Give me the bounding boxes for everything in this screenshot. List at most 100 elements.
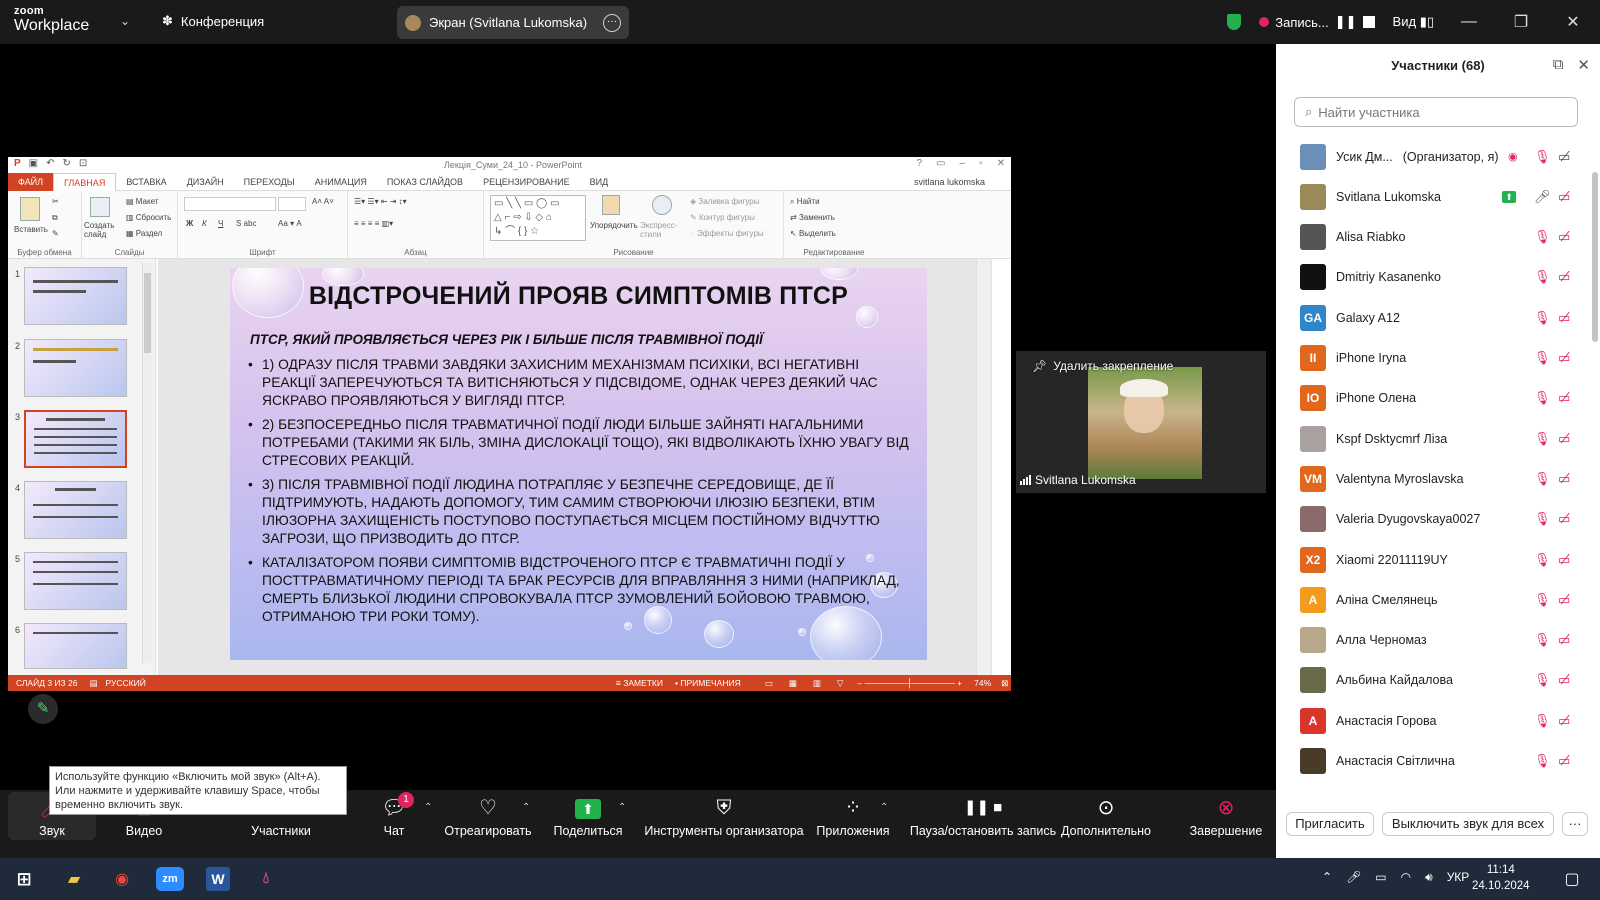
apps-caret-icon[interactable]: ⌃: [880, 802, 888, 813]
file-explorer-icon[interactable]: ▰: [54, 863, 94, 895]
camera-off-icon[interactable]: ▭̸: [1558, 511, 1570, 527]
camera-off-icon[interactable]: ▭̸: [1558, 431, 1570, 447]
camera-off-icon[interactable]: ▭̸: [1558, 471, 1570, 487]
camera-off-icon[interactable]: ▭̸: [1558, 189, 1570, 205]
mic-muted-icon[interactable]: 🎙︎: [1534, 672, 1551, 688]
fit-slide-icon[interactable]: ⊠: [1001, 678, 1008, 689]
cut-icon[interactable]: ✂: [52, 197, 59, 206]
tab-animations[interactable]: АНИМАЦИЯ: [305, 177, 377, 187]
ppt-user-name[interactable]: svitlana lukomska: [914, 177, 985, 187]
slide-thumbnail-3[interactable]: [24, 410, 127, 468]
notes-button[interactable]: ≡ ЗАМЕТКИ: [616, 678, 663, 688]
minimize-icon[interactable]: —: [1452, 13, 1486, 31]
slide-thumbnail-2[interactable]: [24, 339, 127, 397]
mic-muted-icon[interactable]: 🎙︎: [1534, 310, 1551, 326]
camera-off-icon[interactable]: ▭̸: [1558, 350, 1570, 366]
camera-off-icon[interactable]: ▭̸: [1558, 310, 1570, 326]
windows-start-icon[interactable]: ⊞: [4, 863, 44, 895]
word-icon[interactable]: W: [198, 863, 238, 895]
copy-icon[interactable]: ⧉: [52, 213, 58, 223]
mic-muted-icon[interactable]: 🎙︎: [1534, 753, 1551, 769]
participant-row[interactable]: Dmitriy Kasanenko 🎙︎ ▭̸: [1276, 257, 1588, 298]
camera-off-icon[interactable]: ▭̸: [1558, 229, 1570, 245]
tab-design[interactable]: ДИЗАЙН: [177, 177, 234, 187]
battery-icon[interactable]: ▭: [1375, 870, 1386, 885]
participant-row[interactable]: А Анастасія Горова 🎙︎ ▭̸: [1276, 700, 1588, 741]
strikethrough-icon[interactable]: S abc: [236, 219, 256, 228]
pause-stop-record-button[interactable]: ❚❚ ■ Пауза/остановить запись: [900, 796, 1066, 838]
invite-button[interactable]: Пригласить: [1286, 812, 1374, 836]
participant-row[interactable]: Усик Дм... (Организатор, я) ◉ 🎙︎ ▭̸: [1276, 136, 1588, 177]
tab-insert[interactable]: ВСТАВКА: [116, 177, 176, 187]
new-slide-button[interactable]: Создать слайд: [84, 221, 118, 239]
camera-off-icon[interactable]: ▭̸: [1558, 753, 1570, 769]
mic-muted-icon[interactable]: 🎙︎: [1534, 431, 1551, 447]
tab-slideshow[interactable]: ПОКАЗ СЛАЙДОВ: [377, 177, 473, 187]
pinned-video-tile[interactable]: 📌︎ Удалить закрепление Svitlana Lukomska: [1016, 351, 1266, 493]
tab-home[interactable]: ГЛАВНАЯ: [53, 172, 117, 191]
view-button[interactable]: Вид ▮▯: [1393, 14, 1434, 30]
participant-row[interactable]: Алла Черномаз 🎙︎ ▭̸: [1276, 620, 1588, 661]
ppt-minimize-icon[interactable]: –: [960, 158, 966, 169]
conference-button[interactable]: ✽ Конференция: [162, 13, 264, 29]
find-button[interactable]: ⌕ Найти: [790, 197, 820, 207]
participant-row[interactable]: Альбина Кайдалова 🎙︎ ▭̸: [1276, 660, 1588, 701]
mic-muted-icon[interactable]: 🎙︎: [1534, 552, 1551, 568]
participant-row[interactable]: Valeria Dyugovskaya0027 🎙︎ ▭̸: [1276, 499, 1588, 540]
popout-icon[interactable]: ⧉: [1553, 56, 1564, 74]
reading-view-icon[interactable]: ▥: [813, 678, 821, 689]
new-slide-icon[interactable]: [90, 197, 110, 217]
participant-search-input[interactable]: ⌕ Найти участника: [1294, 97, 1578, 127]
replace-button[interactable]: ⇄ Заменить: [790, 213, 835, 222]
chat-caret-icon[interactable]: ⌃: [424, 802, 432, 813]
font-color-icon[interactable]: Аа ▾ А: [278, 219, 302, 228]
reset-button[interactable]: ▥ Сбросить: [126, 213, 171, 222]
mic-muted-icon[interactable]: 🎙︎: [1534, 269, 1551, 285]
spellcheck-icon[interactable]: ▤: [89, 678, 97, 689]
slide-thumbnail-4[interactable]: [24, 481, 127, 539]
restore-icon[interactable]: ❐: [1504, 12, 1538, 32]
more-options-icon[interactable]: ···: [603, 13, 621, 32]
layout-button[interactable]: ▤ Макет: [126, 197, 158, 206]
share-caret-icon[interactable]: ⌃: [618, 802, 626, 813]
taskbar-clock[interactable]: 11:14 24.10.2024: [1472, 862, 1530, 894]
quick-styles-button[interactable]: Экспресс-стили: [640, 221, 682, 239]
mic-muted-icon[interactable]: 🎙︎: [1534, 471, 1551, 487]
tray-expand-icon[interactable]: ⌃: [1322, 870, 1332, 885]
camera-off-icon[interactable]: ▭̸: [1558, 713, 1570, 729]
italic-icon[interactable]: К: [202, 219, 207, 228]
sorter-view-icon[interactable]: ▦: [789, 678, 797, 689]
tab-transitions[interactable]: ПЕРЕХОДЫ: [234, 177, 305, 187]
mic-muted-icon[interactable]: 🎙︎: [1534, 390, 1551, 406]
grow-font-icon[interactable]: A˄ A˅: [312, 197, 334, 206]
volume-icon[interactable]: 🔊︎: [1425, 870, 1433, 885]
mic-muted-icon[interactable]: 🎙︎: [1534, 713, 1551, 729]
zoom-app-icon[interactable]: zm: [150, 863, 190, 895]
participant-row[interactable]: GA Galaxy A12 🎙︎ ▭̸: [1276, 297, 1588, 338]
quick-styles-icon[interactable]: [652, 195, 672, 215]
zoom-slider[interactable]: – ───────┼─────── +: [857, 678, 962, 688]
participant-row[interactable]: Svitlana Lukomska ⬆ 🎤︎ ▭̸: [1276, 176, 1588, 217]
chevron-down-icon[interactable]: ⌄: [120, 14, 130, 28]
section-button[interactable]: ▦ Раздел: [126, 229, 162, 238]
align-icon[interactable]: ≡ ≡ ≡ ≡ ▥▾: [354, 219, 393, 228]
participant-row[interactable]: Kspf Dsktycmrf Ліза 🎙︎ ▭̸: [1276, 418, 1588, 459]
shape-fill-button[interactable]: ◈ Заливка фигуры: [690, 197, 759, 206]
redo-icon[interactable]: ↻: [63, 158, 71, 169]
wifi-icon[interactable]: ◠: [1401, 870, 1411, 885]
tab-view[interactable]: ВИД: [580, 177, 619, 187]
slide-scrollbar[interactable]: [976, 259, 990, 675]
participant-row[interactable]: VM Valentyna Myroslavska 🎙︎ ▭̸: [1276, 458, 1588, 499]
host-tools-button[interactable]: ⛨ Инструменты организатора: [640, 796, 808, 838]
screen-share-pill[interactable]: Экран (Svitlana Lukomska) ···: [397, 6, 629, 39]
ppt-close-icon[interactable]: ✕: [997, 158, 1005, 169]
slideshow-view-icon[interactable]: ▽: [837, 678, 844, 689]
participant-row[interactable]: X2 Xiaomi 22011119UY 🎙︎ ▭̸: [1276, 539, 1588, 580]
tab-review[interactable]: РЕЦЕНЗИРОВАНИЕ: [473, 177, 580, 187]
paste-button[interactable]: Вставить: [14, 225, 48, 234]
help-icon[interactable]: ?: [916, 158, 922, 169]
mic-muted-icon[interactable]: 🎙︎: [1534, 511, 1551, 527]
paste-icon[interactable]: [20, 197, 40, 221]
mic-muted-icon[interactable]: 🎙︎: [1534, 350, 1551, 366]
microphone-icon[interactable]: 🎤︎: [1346, 870, 1361, 885]
